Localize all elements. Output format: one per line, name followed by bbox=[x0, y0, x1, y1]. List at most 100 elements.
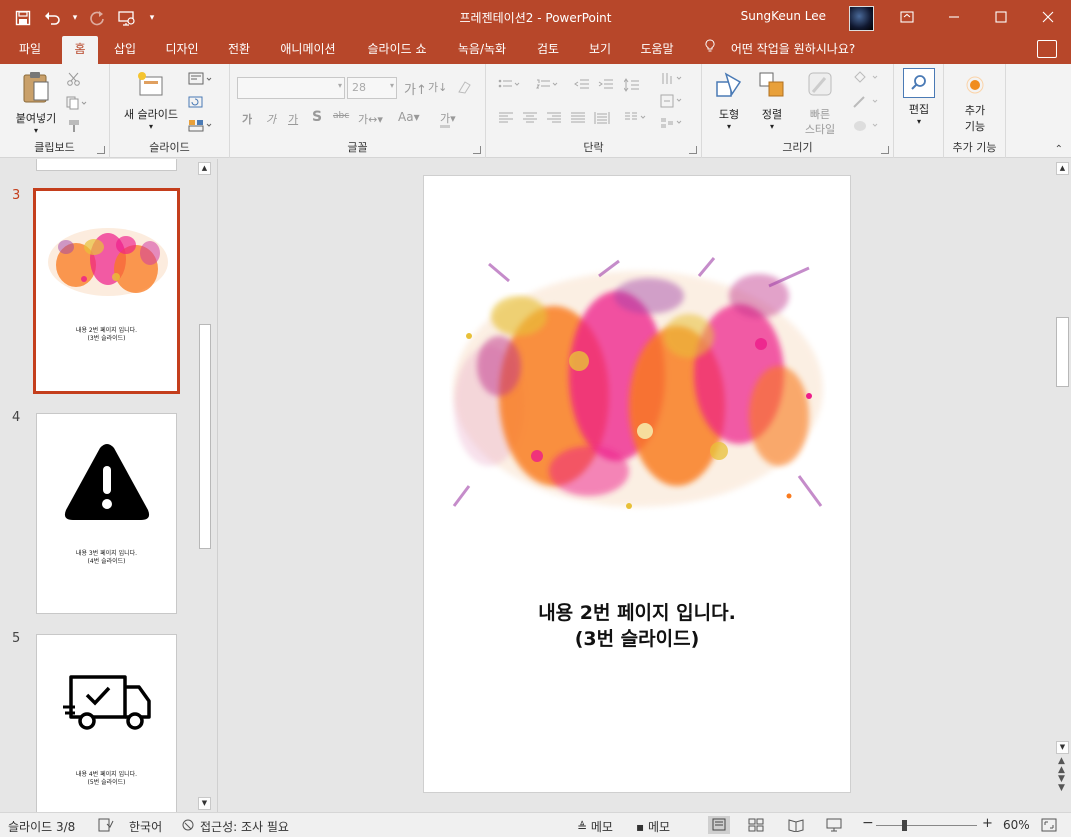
next-slide-icon[interactable]: ▼ ▼ bbox=[1058, 775, 1065, 793]
reading-view-icon[interactable] bbox=[788, 818, 804, 835]
user-name[interactable]: SungKeun Lee bbox=[741, 9, 826, 23]
shapes-dropdown-icon[interactable]: ▾ bbox=[708, 122, 750, 131]
slide-sorter-icon[interactable] bbox=[748, 818, 764, 835]
slideshow-view-icon[interactable] bbox=[826, 818, 842, 835]
arrange-button[interactable]: 정렬 ▾ bbox=[752, 70, 792, 131]
paint-splash-image[interactable] bbox=[449, 256, 827, 522]
shape-fill-icon[interactable] bbox=[852, 71, 882, 85]
tell-me-box[interactable]: 어떤 작업을 원하시나요? bbox=[705, 36, 855, 64]
cut-icon[interactable] bbox=[66, 72, 82, 86]
addins-button[interactable]: 추가 기능 bbox=[952, 74, 998, 134]
editor-scrollbar[interactable]: ▲ ▼ ▲ ▲ ▼ ▼ bbox=[1054, 159, 1071, 812]
tab-animations[interactable]: 애니메이션 bbox=[270, 36, 346, 64]
scroll-thumb[interactable] bbox=[1056, 317, 1069, 387]
minimize-icon[interactable] bbox=[930, 0, 977, 34]
copy-icon[interactable] bbox=[66, 96, 87, 110]
maximize-icon[interactable] bbox=[977, 0, 1024, 34]
clear-formatting-icon[interactable] bbox=[456, 79, 472, 98]
align-right-icon[interactable] bbox=[546, 111, 562, 125]
columns-icon[interactable] bbox=[624, 111, 648, 125]
text-direction-icon[interactable] bbox=[660, 72, 686, 86]
tab-slideshow[interactable]: 슬라이드 쇼 bbox=[356, 36, 438, 64]
increase-indent-icon[interactable] bbox=[598, 78, 614, 92]
thumbnail-slide-5[interactable]: 내용 4번 페이지 입니다. (5번 슬라이드) bbox=[36, 634, 177, 812]
accessibility-icon[interactable] bbox=[180, 818, 196, 835]
layout-icon[interactable] bbox=[188, 72, 214, 86]
text-shadow-icon[interactable]: S bbox=[312, 109, 322, 125]
tab-insert[interactable]: 삽입 bbox=[104, 36, 146, 64]
thumbnail-slide-3[interactable]: 내용 2번 페이지 입니다. (3번 슬라이드) bbox=[33, 188, 180, 394]
reset-slide-icon[interactable] bbox=[188, 95, 204, 109]
scroll-up-arrow-icon[interactable]: ▲ bbox=[198, 162, 211, 175]
slide-caption[interactable]: 내용 2번 페이지 입니다. (3번 슬라이드) bbox=[424, 600, 850, 652]
fit-to-window-icon[interactable] bbox=[1041, 818, 1057, 835]
font-size-combo[interactable]: 28 ▾ bbox=[347, 77, 397, 99]
redo-icon[interactable] bbox=[84, 6, 110, 30]
spell-check-icon[interactable] bbox=[98, 818, 114, 835]
notes-button[interactable]: ≜ 메모 bbox=[577, 818, 613, 835]
decrease-font-icon[interactable]: 가↓ bbox=[428, 79, 447, 95]
save-icon[interactable] bbox=[10, 6, 36, 30]
bullets-icon[interactable] bbox=[498, 78, 522, 92]
shape-outline-icon[interactable] bbox=[852, 95, 882, 109]
accessibility-status[interactable]: 접근성: 조사 필요 bbox=[200, 818, 289, 835]
format-painter-icon[interactable] bbox=[66, 119, 82, 133]
character-spacing-icon[interactable]: 가↔▾ bbox=[358, 111, 383, 127]
tab-home[interactable]: 홈 bbox=[62, 36, 98, 64]
change-case-icon[interactable]: Aa▾ bbox=[398, 110, 420, 124]
bold-icon[interactable]: 가 bbox=[242, 111, 252, 127]
font-name-combo[interactable]: ▾ bbox=[237, 77, 345, 99]
drawing-launcher-icon[interactable] bbox=[881, 146, 889, 154]
scroll-down-arrow-icon[interactable]: ▼ bbox=[1056, 741, 1069, 754]
arrange-dropdown-icon[interactable]: ▾ bbox=[752, 122, 792, 131]
zoom-level[interactable]: 60% bbox=[1003, 818, 1030, 832]
slide-canvas[interactable]: 내용 2번 페이지 입니다. (3번 슬라이드) bbox=[423, 175, 851, 793]
tab-transitions[interactable]: 전환 bbox=[216, 36, 262, 64]
tab-review[interactable]: 검토 bbox=[526, 36, 570, 64]
tab-record[interactable]: 녹음/녹화 bbox=[446, 36, 518, 64]
tab-design[interactable]: 디자인 bbox=[155, 36, 209, 64]
font-size-dropdown-icon[interactable]: ▾ bbox=[390, 81, 394, 90]
collapse-ribbon-icon[interactable]: ⌃ bbox=[1055, 144, 1063, 155]
section-icon[interactable] bbox=[188, 118, 214, 132]
tab-view[interactable]: 보기 bbox=[578, 36, 622, 64]
editing-dropdown-icon[interactable]: ▾ bbox=[898, 117, 940, 126]
thumbnail-slide-4[interactable]: 내용 3번 페이지 입니다. (4번 슬라이드) bbox=[36, 413, 177, 614]
new-slide-button[interactable]: 새 슬라이드 ▾ bbox=[116, 70, 186, 131]
decrease-indent-icon[interactable] bbox=[574, 78, 590, 92]
smartart-icon[interactable] bbox=[660, 116, 686, 130]
close-icon[interactable] bbox=[1024, 0, 1071, 34]
thumbnail-slide-2-partial[interactable] bbox=[36, 159, 177, 171]
distributed-icon[interactable] bbox=[594, 111, 610, 125]
editing-button[interactable]: 편집 ▾ bbox=[898, 68, 940, 126]
undo-dropdown-icon[interactable]: ▾ bbox=[70, 6, 80, 30]
paste-button[interactable]: 붙여넣기 ▾ bbox=[8, 70, 64, 135]
scroll-down-arrow-icon[interactable]: ▼ bbox=[198, 797, 211, 810]
thumbnail-scrollbar[interactable]: ▲ ▼ bbox=[197, 159, 213, 812]
align-text-icon[interactable] bbox=[660, 94, 686, 108]
zoom-in-button[interactable]: + bbox=[982, 816, 993, 831]
numbering-icon[interactable] bbox=[536, 78, 560, 92]
underline-icon[interactable]: 가 bbox=[288, 111, 298, 127]
zoom-out-button[interactable]: − bbox=[862, 815, 874, 831]
avatar[interactable] bbox=[849, 6, 874, 31]
ribbon-display-options-icon[interactable] bbox=[883, 0, 930, 34]
align-left-icon[interactable] bbox=[498, 111, 514, 125]
increase-font-icon[interactable]: 가↑ bbox=[404, 79, 427, 98]
undo-icon[interactable] bbox=[40, 6, 66, 30]
comments-button[interactable]: ▪ 메모 bbox=[636, 818, 670, 835]
line-spacing-icon[interactable] bbox=[623, 78, 648, 92]
shape-effects-icon[interactable] bbox=[852, 119, 882, 133]
scroll-thumb[interactable] bbox=[199, 324, 211, 549]
customize-qat-icon[interactable]: ▾ bbox=[144, 6, 160, 30]
new-slide-dropdown-icon[interactable]: ▾ bbox=[116, 122, 186, 131]
normal-view-icon[interactable] bbox=[708, 816, 730, 834]
shapes-button[interactable]: 도형 ▾ bbox=[708, 70, 750, 131]
align-center-icon[interactable] bbox=[522, 111, 538, 125]
tab-file[interactable]: 파일 bbox=[8, 36, 52, 64]
scroll-up-arrow-icon[interactable]: ▲ bbox=[1056, 162, 1069, 175]
language-indicator[interactable]: 한국어 bbox=[129, 818, 162, 835]
zoom-slider[interactable] bbox=[876, 820, 977, 831]
strikethrough-icon[interactable]: abc bbox=[333, 111, 349, 121]
present-from-beginning-icon[interactable] bbox=[114, 6, 140, 30]
